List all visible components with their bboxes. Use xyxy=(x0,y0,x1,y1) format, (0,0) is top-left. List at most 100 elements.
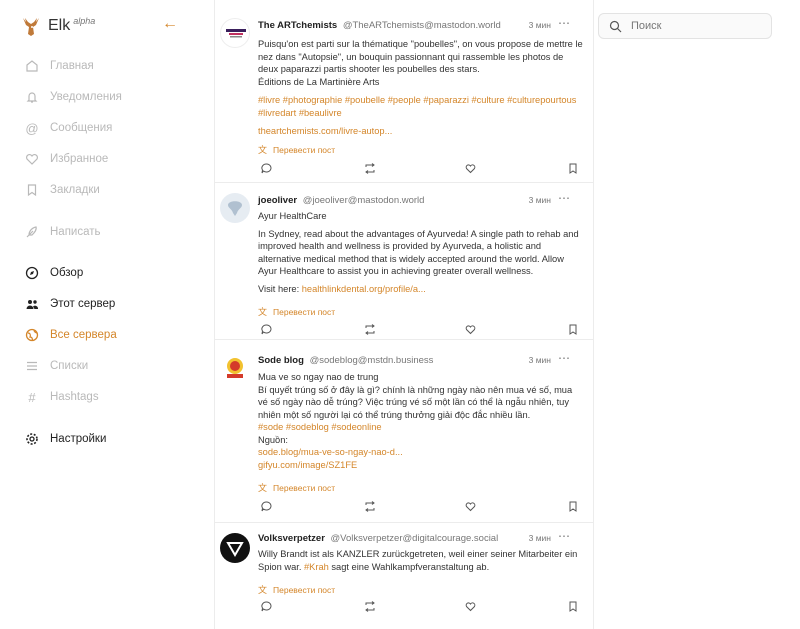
home-icon xyxy=(24,58,40,74)
nav-favourites-label: Избранное xyxy=(50,153,109,165)
post-link[interactable]: healthlinkdental.org/profile/a... xyxy=(302,284,426,294)
post-time[interactable]: 3 мин xyxy=(529,533,551,543)
heart-icon[interactable] xyxy=(465,163,476,177)
boost-icon[interactable] xyxy=(364,163,376,177)
visit-label: Visit here: xyxy=(258,283,300,294)
nav-hashtags-label: Hashtags xyxy=(50,391,99,403)
heart-icon[interactable] xyxy=(465,601,476,615)
nav-messages[interactable]: @ Сообщения xyxy=(24,116,112,140)
translate-icon: 文 xyxy=(258,145,268,155)
post-link[interactable]: theartchemists.com/livre-autop... xyxy=(258,125,583,138)
nav-settings-label: Настройки xyxy=(50,433,107,445)
gear-icon xyxy=(24,431,40,447)
nav-hashtags[interactable]: # Hashtags xyxy=(24,385,99,409)
boost-icon[interactable] xyxy=(364,324,376,338)
reply-icon[interactable] xyxy=(261,501,272,515)
reply-icon[interactable] xyxy=(261,324,272,338)
search-input[interactable] xyxy=(631,20,761,32)
post-header: Volksverpetzer @Volksverpetzer@digitalco… xyxy=(258,529,583,547)
nav-explore-label: Обзор xyxy=(50,267,84,279)
post[interactable]: The ARTchemists @TheARTchemists@mastodon… xyxy=(215,0,593,183)
nav-notifications-label: Уведомления xyxy=(50,91,122,103)
reply-icon[interactable] xyxy=(261,163,272,177)
display-name[interactable]: Sode blog xyxy=(258,355,304,366)
globe-icon xyxy=(24,327,40,343)
boost-icon[interactable] xyxy=(364,501,376,515)
post-time[interactable]: 3 мин xyxy=(529,195,551,205)
user-handle[interactable]: @sodeblog@mstdn.business xyxy=(310,355,434,366)
bookmark-icon[interactable] xyxy=(568,501,578,515)
post-hashtags[interactable]: #livre #photographie #poubelle #people #… xyxy=(258,94,583,119)
bookmark-icon[interactable] xyxy=(568,601,578,615)
post-content: Willy Brandt ist als KANZLER zurückgetre… xyxy=(258,548,583,573)
bookmark-icon[interactable] xyxy=(568,163,578,177)
post-time[interactable]: 3 мин xyxy=(529,20,551,30)
nav-home[interactable]: Главная xyxy=(24,54,94,78)
post[interactable]: joeoliver @joeoliver@mastodon.world 3 ми… xyxy=(215,183,593,340)
post-title: Ayur HealthCare xyxy=(258,211,327,221)
nav-bookmarks[interactable]: Закладки xyxy=(24,178,100,202)
avatar[interactable] xyxy=(220,18,250,48)
translate-icon: 文 xyxy=(258,307,268,317)
heart-icon[interactable] xyxy=(465,501,476,515)
post-link[interactable]: gifyu.com/image/SZ1FE xyxy=(258,459,583,472)
post-time[interactable]: 3 мин xyxy=(529,355,551,365)
search-box[interactable] xyxy=(598,13,772,39)
more-icon[interactable]: ⋯ xyxy=(558,529,571,543)
translate-button[interactable]: 文 Перевести пост xyxy=(258,481,335,494)
nav-settings[interactable]: Настройки xyxy=(24,427,106,451)
heart-icon[interactable] xyxy=(465,324,476,338)
search-icon xyxy=(609,20,622,32)
list-icon xyxy=(24,358,40,374)
heart-icon xyxy=(24,151,40,167)
app-name: Elk xyxy=(48,17,71,34)
nav-home-label: Главная xyxy=(50,60,94,72)
nav-federated-label: Все сервера xyxy=(50,329,117,341)
nav-compose[interactable]: Написать xyxy=(24,220,101,244)
post-header: The ARTchemists @TheARTchemists@mastodon… xyxy=(258,16,583,34)
post-link[interactable]: sode.blog/mua-ve-so-ngay-nao-d... xyxy=(258,446,583,459)
nav-bookmarks-label: Закладки xyxy=(50,184,100,196)
post-text: In Sydney, read about the advantages of … xyxy=(258,228,579,277)
post-text: Bí quyết trúng số ở đây là gì? chính là … xyxy=(258,384,573,420)
more-icon[interactable]: ⋯ xyxy=(558,16,571,30)
translate-button[interactable]: 文 Перевести пост xyxy=(258,583,335,596)
more-icon[interactable]: ⋯ xyxy=(558,191,571,205)
reply-icon[interactable] xyxy=(261,601,272,615)
boost-icon[interactable] xyxy=(364,601,376,615)
user-handle[interactable]: @joeoliver@mastodon.world xyxy=(303,195,425,206)
post-content: Ayur HealthCare In Sydney, read about th… xyxy=(258,210,583,295)
post-hashtag[interactable]: #Krah xyxy=(304,562,329,572)
bookmark-icon[interactable] xyxy=(568,324,578,338)
nav-local-label: Этот сервер xyxy=(50,298,116,310)
display-name[interactable]: The ARTchemists xyxy=(258,20,337,31)
nav-explore[interactable]: Обзор xyxy=(24,261,83,285)
collapse-arrow-icon[interactable]: ← xyxy=(162,15,178,33)
avatar[interactable] xyxy=(220,193,250,223)
hashtag-icon: # xyxy=(28,389,36,405)
avatar[interactable] xyxy=(220,533,250,563)
more-icon[interactable]: ⋯ xyxy=(558,351,571,365)
display-name[interactable]: joeoliver xyxy=(258,195,297,206)
post-hashtags[interactable]: #sode #sodeblog #sodeonline xyxy=(258,421,583,434)
bell-icon xyxy=(24,89,40,105)
post[interactable]: Sode blog @sodeblog@mstdn.business 3 мин… xyxy=(215,340,593,523)
avatar[interactable] xyxy=(220,353,250,383)
display-name[interactable]: Volksverpetzer xyxy=(258,533,325,544)
nav-favourites[interactable]: Избранное xyxy=(24,147,108,171)
user-handle[interactable]: @Volksverpetzer@digitalcourage.social xyxy=(331,533,499,544)
bookmark-icon xyxy=(24,182,40,198)
post[interactable]: Volksverpetzer @Volksverpetzer@digitalco… xyxy=(215,523,593,629)
users-icon xyxy=(24,296,40,312)
translate-button[interactable]: 文 Перевести пост xyxy=(258,305,335,318)
nav-lists[interactable]: Списки xyxy=(24,354,88,378)
post-source-label: Nguồn: xyxy=(258,434,288,445)
post-text: Puisqu'on est parti sur la thématique "p… xyxy=(258,39,583,74)
logo[interactable]: Elk alpha ← xyxy=(20,14,180,38)
nav-notifications[interactable]: Уведомления xyxy=(24,85,122,109)
nav-federated[interactable]: Все сервера xyxy=(24,323,117,347)
translate-button[interactable]: 文 Перевести пост xyxy=(258,143,335,156)
post-content: Puisqu'on est parti sur la thématique "p… xyxy=(258,38,583,138)
user-handle[interactable]: @TheARTchemists@mastodon.world xyxy=(343,20,501,31)
nav-local[interactable]: Этот сервер xyxy=(24,292,115,316)
